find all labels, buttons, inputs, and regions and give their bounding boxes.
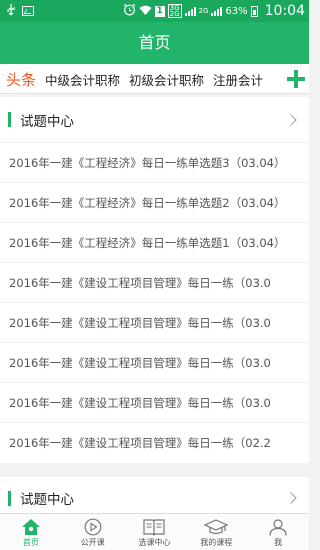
signal-icon xyxy=(184,6,196,16)
list-item-title: 2016年一建《建设工程项目管理》每日一练（02.2 xyxy=(9,436,271,450)
wifi-icon xyxy=(139,4,152,19)
list-item[interactable]: 2016年一建《建设工程项目管理》每日一练（02.2 xyxy=(0,423,309,463)
list-item-title: 2016年一建《建设工程项目管理》每日一练（03.0 xyxy=(9,315,271,330)
tab-intermediate-accounting[interactable]: 中级会计职称 xyxy=(45,70,120,89)
list-item[interactable]: 2016年一建《建设工程项目管理》每日一练（03.0 xyxy=(0,343,309,383)
screenshot-icon xyxy=(22,6,34,16)
chevron-right-icon[interactable] xyxy=(285,492,297,504)
bottom-nav: 首页 公开课 选课中心 我的课程 我 xyxy=(0,513,309,550)
add-tab-button[interactable] xyxy=(283,64,309,93)
category-tabs: 头条 中级会计职称 初级会计职称 注册会计 xyxy=(0,64,309,94)
list-item-title: 2016年一建《工程经济》每日一练单选题1（03.04） xyxy=(9,235,286,250)
tab-cpa[interactable]: 注册会计 xyxy=(213,70,263,89)
list-item-title: 2016年一建《建设工程项目管理》每日一练（03.0 xyxy=(9,395,271,410)
network-2g-label: 2G xyxy=(169,10,180,18)
list-item[interactable]: 2016年一建《建设工程项目管理》每日一练（03.0 xyxy=(0,383,309,423)
nav-label: 首页 xyxy=(22,538,39,547)
list-item-title: 2016年一建《建设工程项目管理》每日一练（03.0 xyxy=(9,275,271,290)
graduation-cap-icon xyxy=(204,517,229,536)
section-marker xyxy=(8,490,11,506)
nav-open-course[interactable]: 公开课 xyxy=(62,514,124,550)
list-item-title: 2016年一建《建设工程项目管理》每日一练（03.0 xyxy=(9,355,271,370)
section-title: 试题中心 xyxy=(20,492,74,508)
network-type-icon: 3G 2G xyxy=(167,4,182,18)
nav-label: 选课中心 xyxy=(138,538,171,547)
battery-icon xyxy=(250,5,258,17)
alarm-icon xyxy=(123,3,136,19)
list-item-title: 2016年一建《工程经济》每日一练单选题2（03.04） xyxy=(9,195,286,210)
signal-icon-2 xyxy=(211,6,223,16)
book-icon xyxy=(142,517,166,536)
sim-icon: 1 xyxy=(154,5,165,17)
list-item[interactable]: 2016年一建《建设工程项目管理》每日一练（03.0 xyxy=(0,303,309,343)
play-icon xyxy=(81,517,105,536)
list-item[interactable]: 2016年一建《工程经济》每日一练单选题1（03.04） xyxy=(0,223,309,263)
home-icon xyxy=(19,517,43,536)
nav-home[interactable]: 首页 xyxy=(0,514,62,550)
nav-label: 我的课程 xyxy=(200,538,233,547)
chevron-right-icon[interactable] xyxy=(285,113,297,126)
question-center-section: 试题中心 2016年一建《工程经济》每日一练单选题3（03.04） 2016年一… xyxy=(0,97,309,463)
usb-icon xyxy=(6,3,16,19)
list-item[interactable]: 2016年一建《建设工程项目管理》每日一练（03.0 xyxy=(0,263,309,303)
list-item-title: 2016年一建《工程经济》每日一练单选题3（03.04） xyxy=(9,155,286,170)
section-header[interactable]: 试题中心 xyxy=(0,97,309,143)
battery-percent: 63% xyxy=(225,5,248,17)
list-item[interactable]: 2016年一建《工程经济》每日一练单选题2（03.04） xyxy=(0,183,309,223)
section-title: 试题中心 xyxy=(20,113,74,130)
page-title: 首页 xyxy=(0,22,309,64)
list-item[interactable]: 2016年一建《工程经济》每日一练单选题3（03.04） xyxy=(0,143,309,183)
question-center-section-2: 试题中心 xyxy=(0,477,309,513)
nav-me[interactable]: 我 xyxy=(247,514,309,550)
clock: 10:04 xyxy=(264,3,305,19)
person-icon xyxy=(266,517,290,536)
nav-label: 我 xyxy=(274,538,283,547)
nav-course-center[interactable]: 选课中心 xyxy=(124,514,186,550)
nav-my-courses[interactable]: 我的课程 xyxy=(185,514,247,550)
section-marker xyxy=(8,112,11,127)
tab-headlines[interactable]: 头条 xyxy=(6,69,36,90)
tab-junior-accounting[interactable]: 初级会计职称 xyxy=(129,70,204,89)
network-2g-secondary: 2G xyxy=(198,7,209,15)
nav-label: 公开课 xyxy=(80,538,105,547)
status-bar: 1 3G 2G 2G 63% 10:04 xyxy=(0,0,309,22)
plus-icon xyxy=(287,70,305,88)
